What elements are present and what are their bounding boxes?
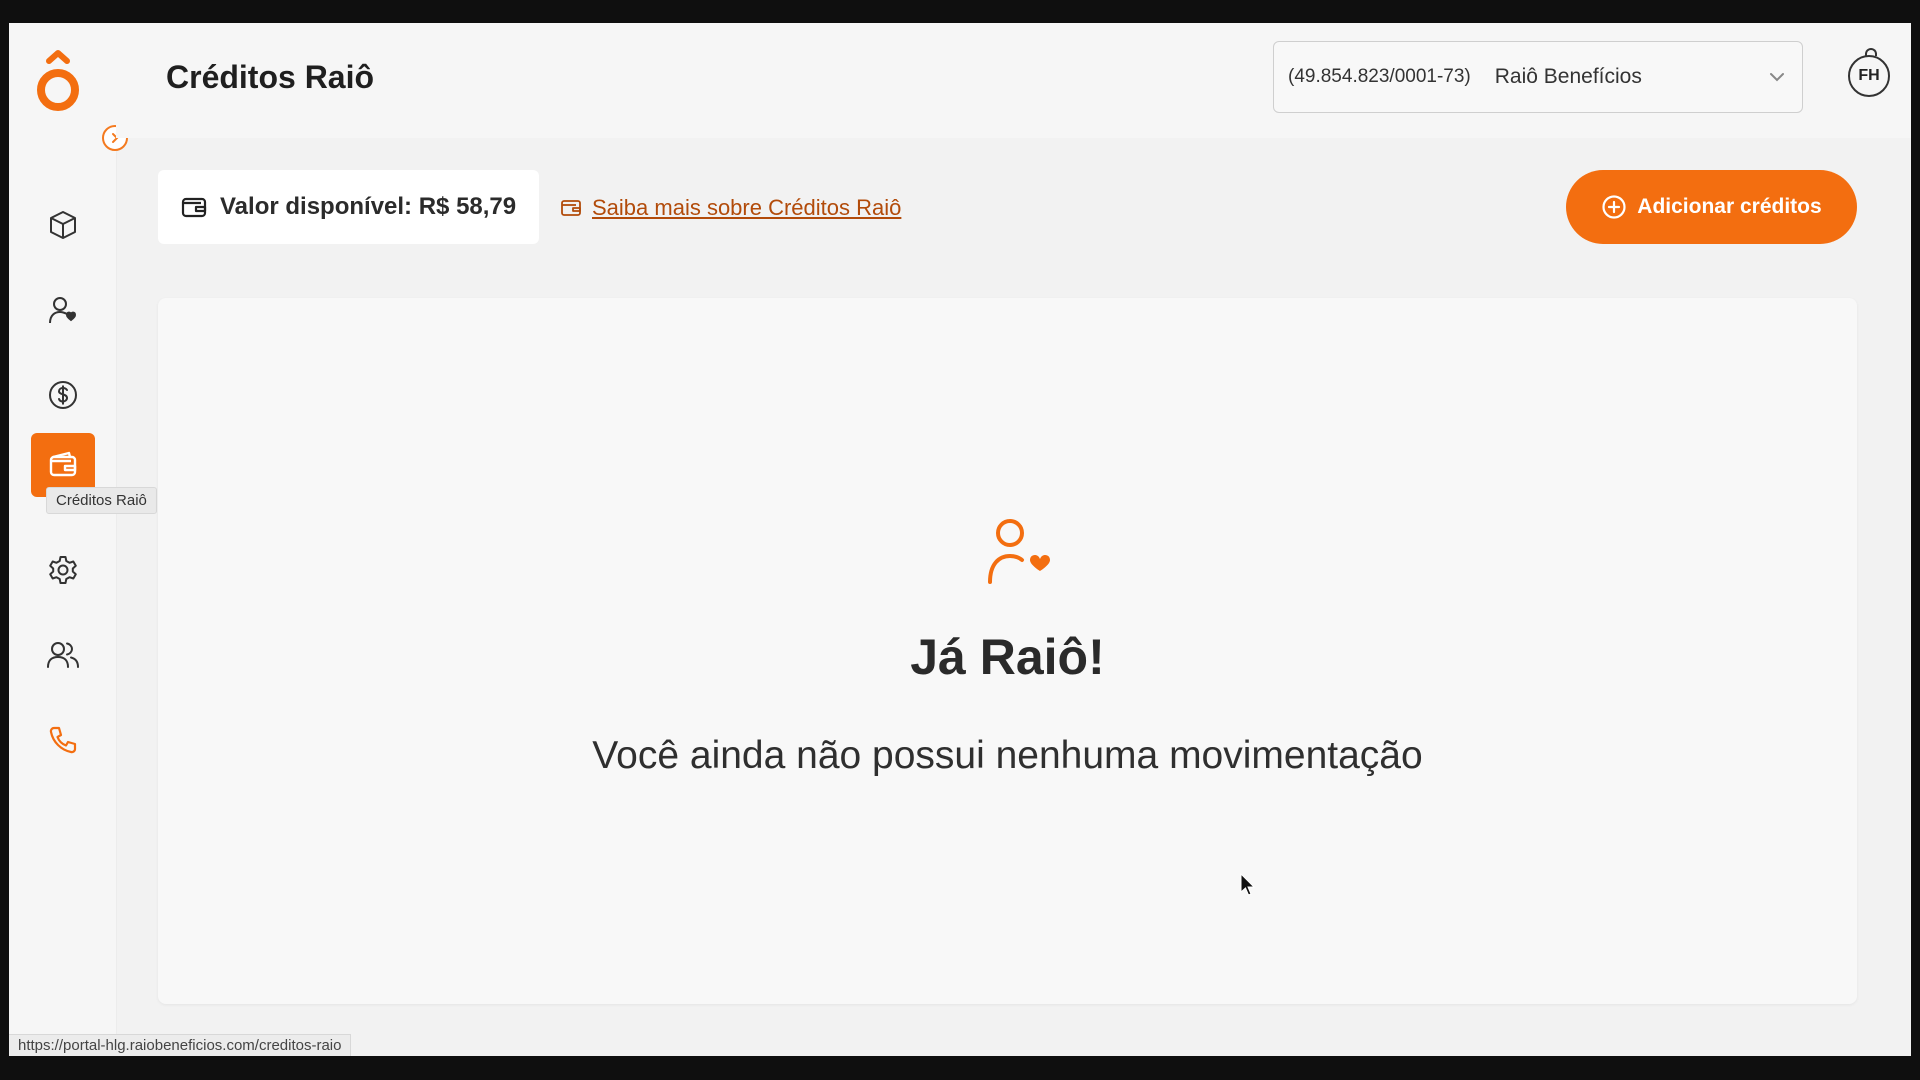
company-selector[interactable]: (49.854.823/0001-73) Raiô Benefícios: [1273, 41, 1803, 113]
sidebar-item-support[interactable]: [31, 708, 95, 772]
sidebar: Créditos Raiô: [9, 23, 157, 1056]
learn-more-text: Saiba mais sobre Créditos Raiô: [592, 195, 902, 220]
sidebar-item-financial[interactable]: [31, 363, 95, 427]
sidebar-item-products[interactable]: [31, 193, 95, 257]
sidebar-item-users[interactable]: [31, 623, 95, 687]
wallet-icon: [181, 197, 207, 218]
sidebar-item-beneficiaries[interactable]: [31, 278, 95, 342]
sidebar-tooltip: Créditos Raiô: [46, 487, 157, 514]
user-heart-icon: [49, 297, 77, 324]
status-bar-url: https://portal-hlg.raiobeneficios.com/cr…: [9, 1034, 352, 1056]
chevron-down-icon: [1770, 73, 1784, 82]
users-icon: [47, 642, 79, 668]
empty-state-subtitle: Você ainda não possui nenhuma movimentaç…: [592, 734, 1423, 777]
gear-icon: [49, 556, 77, 584]
mouse-cursor-icon: [1240, 873, 1256, 896]
top-header: Créditos Raiô (49.854.823/0001-73) Raiô …: [116, 23, 1911, 138]
wallet-icon: [561, 200, 581, 216]
phone-icon: [49, 726, 77, 754]
box-icon: [50, 211, 76, 239]
learn-more-link[interactable]: Saiba mais sobre Créditos Raiô: [560, 195, 901, 221]
company-document: (49.854.823/0001-73): [1288, 66, 1471, 87]
dollar-circle-icon: [49, 381, 77, 409]
plus-circle-icon: [1602, 195, 1626, 219]
transactions-panel: Já Raiô! Você ainda não possui nenhuma m…: [158, 298, 1857, 1004]
app-window: Créditos Raiô Créditos Raiô (49.854.823/…: [9, 23, 1911, 1056]
balance-card: Valor disponível: R$ 58,79: [158, 170, 539, 244]
sidebar-item-settings[interactable]: [31, 538, 95, 602]
page-title: Créditos Raiô: [166, 59, 375, 95]
balance-value: Valor disponível: R$ 58,79: [220, 193, 517, 220]
user-heart-icon: [988, 519, 1050, 584]
add-credits-label: Adicionar créditos: [1637, 195, 1822, 218]
raio-logo[interactable]: [35, 45, 81, 115]
wallet-icon: [49, 451, 77, 477]
user-avatar[interactable]: FH: [1848, 55, 1890, 97]
company-name: Raiô Benefícios: [1494, 65, 1642, 88]
empty-state-title: Já Raiô!: [910, 629, 1105, 685]
add-credits-button[interactable]: Adicionar créditos: [1566, 170, 1857, 244]
